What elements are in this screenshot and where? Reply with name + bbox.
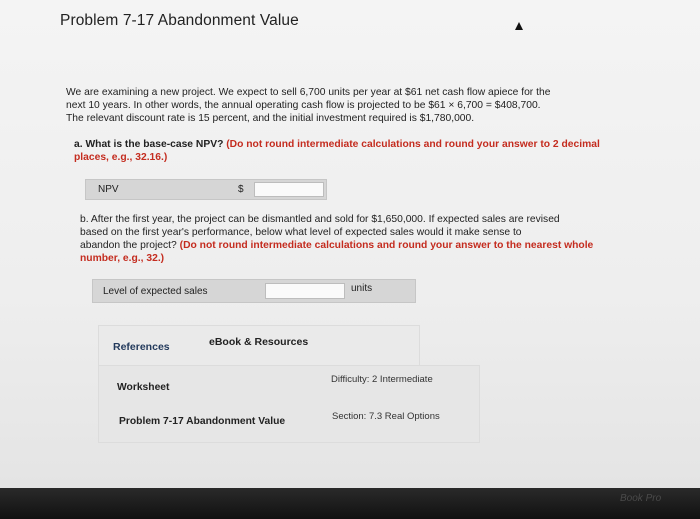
question-a-text: a. What is the base-case NPV? bbox=[74, 139, 224, 150]
tab-ebook-resources[interactable]: eBook & Resources bbox=[209, 336, 308, 348]
units-label: units bbox=[351, 283, 373, 294]
npv-answer-row: NPV $ bbox=[85, 179, 327, 200]
description-line-1: We are examining a new project. We expec… bbox=[66, 87, 551, 98]
question-b-line-1: b. After the first year, the project can… bbox=[80, 214, 560, 225]
monitor-bezel bbox=[0, 488, 700, 519]
section-label: Section: 7.3 Real Options bbox=[332, 411, 440, 422]
npv-label: NPV bbox=[98, 184, 119, 195]
tab-references[interactable]: References bbox=[113, 341, 170, 353]
currency-symbol: $ bbox=[238, 184, 244, 195]
description-line-2: next 10 years. In other words, the annua… bbox=[66, 100, 541, 111]
problem-description: We are examining a new project. We expec… bbox=[66, 86, 626, 125]
sales-level-answer-row: Level of expected sales units bbox=[92, 279, 416, 303]
mouse-cursor-icon bbox=[515, 22, 523, 30]
npv-input[interactable] bbox=[254, 182, 324, 197]
difficulty-label: Difficulty: 2 Intermediate bbox=[331, 374, 433, 385]
question-b-line-2: based on the first year's performance, b… bbox=[80, 227, 522, 238]
problem-info-panel: Worksheet Difficulty: 2 Intermediate Pro… bbox=[98, 365, 480, 443]
problem-title-label: Problem 7-17 Abandonment Value bbox=[119, 416, 286, 427]
sales-level-label: Level of expected sales bbox=[103, 286, 208, 297]
description-line-3: The relevant discount rate is 15 percent… bbox=[66, 113, 475, 124]
watermark: Book Pro bbox=[620, 493, 662, 504]
question-a: a. What is the base-case NPV? (Do not ro… bbox=[74, 138, 614, 164]
page-title: Problem 7-17 Abandonment Value bbox=[60, 12, 299, 29]
question-b-line-3: abandon the project? bbox=[80, 240, 177, 251]
worksheet-link[interactable]: Worksheet bbox=[117, 382, 169, 393]
screen: Problem 7-17 Abandonment Value We are ex… bbox=[0, 0, 700, 490]
question-b: b. After the first year, the project can… bbox=[80, 213, 615, 265]
sales-level-input[interactable] bbox=[265, 283, 345, 299]
resources-tab-bar: References eBook & Resources bbox=[98, 325, 420, 367]
